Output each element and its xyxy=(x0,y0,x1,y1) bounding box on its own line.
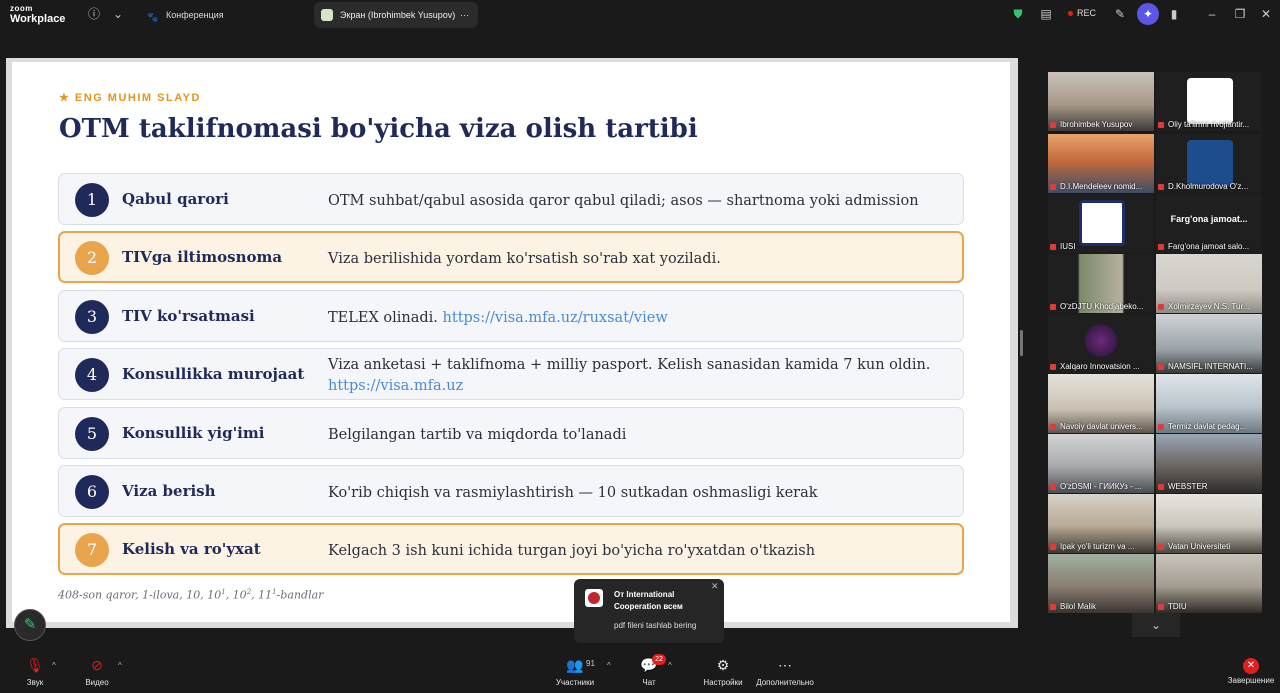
end-meeting-button[interactable]: Завершение xyxy=(1226,676,1276,685)
step-row: 5 Konsullik yig'imi Belgilangan tartib v… xyxy=(58,407,964,459)
participant-tile[interactable]: D.I.Mendeleev nomid... xyxy=(1048,134,1154,193)
minimize-icon[interactable]: – xyxy=(1204,6,1220,22)
participant-tile[interactable]: IUSI xyxy=(1048,194,1154,253)
slide-footnote: 408-son qaror, 1-ilova, 10, 101, 102, 11… xyxy=(58,588,324,602)
chat-unread-badge: 22 xyxy=(652,654,666,665)
slide-title: OTM taklifnomasi bo'yicha viza olish tar… xyxy=(59,114,698,144)
settings-button[interactable]: ⚙ Настройки xyxy=(702,656,744,687)
panel-resize-handle[interactable] xyxy=(1020,330,1023,356)
tab-meeting[interactable]: 🐾 Конференция xyxy=(140,4,232,26)
shield-icon[interactable]: ⛊ xyxy=(1010,6,1026,22)
video-options-caret[interactable]: ^ xyxy=(118,661,122,670)
step-number: 3 xyxy=(75,300,109,334)
audio-button[interactable]: 🎙 Звук xyxy=(22,656,48,687)
more-button[interactable]: ⋯ Дополнительно xyxy=(754,656,816,687)
step-label: Kelish va ro'yxat xyxy=(122,540,261,558)
presentation-slide: ★ ENG MUHIM SLAYD OTM taklifnomasi bo'yi… xyxy=(12,62,1010,622)
participant-tile[interactable]: Farg'ona jamoat... Farg'ona jamoat salo.… xyxy=(1156,194,1262,253)
step-description: Viza anketasi + taklifnoma + milliy pasp… xyxy=(328,357,931,394)
ai-companion-icon[interactable]: ✦ xyxy=(1137,3,1159,25)
participant-tile[interactable]: Vatan Universiteti xyxy=(1156,494,1262,553)
paw-icon: 🐾 xyxy=(147,12,159,22)
info-icon[interactable]: ⓘ xyxy=(86,6,102,22)
close-icon[interactable]: ✕ xyxy=(711,581,719,592)
chat-options-caret[interactable]: ^ xyxy=(668,661,672,670)
participant-tile[interactable]: Termiz davlat pedag... xyxy=(1156,374,1262,433)
visa-portal-link[interactable]: https://visa.mfa.uz xyxy=(328,378,463,394)
step-description: OTM suhbat/qabul asosida qaror qabul qil… xyxy=(328,193,919,209)
more-icon: ⋯ xyxy=(778,657,792,673)
chevron-down-icon[interactable]: ⌄ xyxy=(110,6,126,22)
participants-count: 91 xyxy=(586,659,595,668)
sender-avatar xyxy=(585,589,603,607)
camera-off-icon: ⊘ xyxy=(91,657,103,673)
step-label: Konsullik yig'imi xyxy=(122,424,265,442)
meeting-toolbar: 🎙 Звук ^ ⊘ Видео ^ 👥 Участники 91 ^ 💬 Ча… xyxy=(0,650,1280,693)
notification-body: pdf fileni tashlab bering xyxy=(614,621,697,630)
org-logo xyxy=(1187,140,1233,186)
participant-tile[interactable]: Xolmirzayev N.S. Tur... xyxy=(1156,254,1262,313)
step-row: 7 Kelish va ro'yxat Kelgach 3 ish kuni i… xyxy=(58,523,964,575)
close-icon[interactable]: ✕ xyxy=(1258,6,1274,22)
step-label: Konsullikka murojaat xyxy=(122,365,305,383)
step-row: 2 TIVga iltimosnoma Viza berilishida yor… xyxy=(58,231,964,283)
video-button[interactable]: ⊘ Видео xyxy=(84,656,110,687)
org-logo xyxy=(1187,78,1233,124)
participant-tile[interactable]: WEBSTER xyxy=(1156,434,1262,493)
gallery-scroll-down-button[interactable]: ⌄ xyxy=(1132,613,1180,637)
step-number: 4 xyxy=(75,358,109,392)
participant-tile[interactable]: Bilol Malik xyxy=(1048,554,1154,613)
step-number: 1 xyxy=(75,183,109,217)
step-row: 6 Viza berish Ko'rib chiqish va rasmiyla… xyxy=(58,465,964,517)
step-number: 7 xyxy=(75,533,109,567)
notification-title: От International Cooperation всем xyxy=(614,590,683,611)
participants-options-caret[interactable]: ^ xyxy=(607,661,611,670)
restore-icon[interactable]: ❐ xyxy=(1232,6,1248,22)
participant-tile[interactable]: O'zDJTU Khodjabeko... xyxy=(1048,254,1154,313)
step-row: 4 Konsullikka murojaat Viza anketasi + t… xyxy=(58,348,964,400)
step-row: 3 TIV ko'rsatmasi TELEX olinadi. https:/… xyxy=(58,290,964,342)
step-description: Kelgach 3 ish kuni ichida turgan joyi bo… xyxy=(328,543,816,559)
audio-options-caret[interactable]: ^ xyxy=(52,661,56,670)
mic-muted-icon: 🎙 xyxy=(26,657,44,673)
step-description: TELEX olinadi. https://visa.mfa.uz/ruxsa… xyxy=(328,310,668,326)
participant-tile[interactable]: Oliy ta'limni rivojlantir... xyxy=(1156,72,1262,131)
participant-tile[interactable]: TDIU xyxy=(1156,554,1262,613)
step-number: 6 xyxy=(75,475,109,509)
layout-icon[interactable]: ▮ xyxy=(1166,6,1182,22)
chat-notification[interactable]: От International Cooperation всем pdf fi… xyxy=(574,579,724,643)
step-label: TIVga iltimosnoma xyxy=(122,248,283,266)
title-bar: zoom Workplace ⓘ ⌄ 🐾 Конференция Экран (… xyxy=(0,0,1280,30)
recording-indicator[interactable]: REC xyxy=(1068,8,1096,18)
participant-tile[interactable]: NAMSIFL INTERNATI... xyxy=(1156,314,1262,373)
gear-icon: ⚙ xyxy=(716,657,730,673)
step-label: Qabul qarori xyxy=(122,190,229,208)
participant-tile[interactable]: O'zDSMI - ГИИКУз - ... xyxy=(1048,434,1154,493)
participant-tile[interactable]: Ipak yo'li turizm va ... xyxy=(1048,494,1154,553)
participant-tile[interactable]: Ibrohimbek Yusupov xyxy=(1048,72,1154,131)
annotate-icon[interactable]: ✎ xyxy=(1112,6,1128,22)
screen-thumbnail-icon xyxy=(321,9,333,21)
step-number: 5 xyxy=(75,417,109,451)
participant-tile[interactable]: D.Kholmurodova O'z... xyxy=(1156,134,1262,193)
annotate-pen-button[interactable]: ✎ xyxy=(14,609,46,641)
tab-screen-share[interactable]: Экран (Ibrohimbek Yusupov) ⋯ xyxy=(314,2,478,28)
step-description: Viza berilishida yordam ko'rsatish so'ra… xyxy=(328,251,721,267)
slide-kicker: ★ ENG MUHIM SLAYD xyxy=(59,92,201,104)
notes-icon[interactable]: ▤ xyxy=(1038,6,1054,22)
step-description: Ko'rib chiqish va rasmiylashtirish — 10 … xyxy=(328,485,818,501)
telex-link[interactable]: https://visa.mfa.uz/ruxsat/view xyxy=(443,310,668,326)
participant-tile[interactable]: Xalqaro Innovatsion ... xyxy=(1048,314,1154,373)
step-row: 1 Qabul qarori OTM suhbat/qabul asosida … xyxy=(58,173,964,225)
zoom-logo: zoom Workplace xyxy=(10,4,66,25)
more-options-icon[interactable]: ⋯ xyxy=(460,2,469,28)
step-label: TIV ko'rsatmasi xyxy=(122,307,255,325)
org-logo xyxy=(1079,200,1125,246)
step-description: Belgilangan tartib va miqdorda to'lanadi xyxy=(328,427,627,443)
chevron-down-icon: ⌄ xyxy=(1150,618,1162,632)
step-number: 2 xyxy=(75,241,109,275)
end-call-icon[interactable]: ✕ xyxy=(1243,658,1259,674)
step-label: Viza berish xyxy=(122,482,216,500)
participant-tile[interactable]: Navoiy davlat univers... xyxy=(1048,374,1154,433)
